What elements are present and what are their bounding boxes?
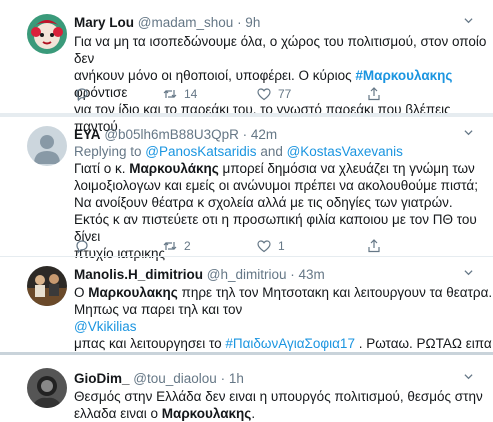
tweet-text-line: λοιμοξιολογων και εμείς οι ανώνυμοι πρέπ… <box>74 178 478 193</box>
tweet-time[interactable]: · 43m <box>290 267 325 282</box>
author-name[interactable]: ΕΥΑ <box>74 127 101 142</box>
avatar-default-profile[interactable] <box>27 126 67 166</box>
tweet-4-header: GioDim_ @tou_diaolou · 1h <box>74 370 244 388</box>
tweet-text-segment: . <box>251 406 256 421</box>
author-handle[interactable]: @tou_diaolou <box>133 371 217 386</box>
author-name[interactable]: GioDim_ <box>74 371 130 386</box>
tweet-separator <box>0 113 493 117</box>
retweet-count: 14 <box>184 87 198 101</box>
chevron-down-icon[interactable] <box>464 268 473 277</box>
reply-icon <box>76 240 88 254</box>
mention-link[interactable]: @KostasVaxevanis <box>287 144 403 159</box>
tweet-time[interactable]: · 42m <box>243 127 278 142</box>
tweet-text-line: Ο Μαρκουλακης πηρε τηλ τον Μητσοτακη και… <box>74 284 493 301</box>
like-button[interactable]: 77 <box>256 86 291 102</box>
tweet-separator <box>0 256 493 257</box>
tweet-actions: 14 77 <box>74 86 404 104</box>
like-button[interactable]: 1 <box>256 238 285 254</box>
tweet-text-segment: ανήκουν μόνο οι ηθοποιοί, υποφέρει. Ο κύ… <box>74 68 356 83</box>
chevron-down-icon[interactable] <box>464 16 473 25</box>
tweet-text-segment: ελλαδα ειναι ο <box>74 406 162 421</box>
author-name[interactable]: Mary Lou <box>74 15 134 30</box>
avatar-mary-lou[interactable] <box>27 14 67 54</box>
retweet-icon <box>163 90 177 98</box>
tweet-1[interactable]: Mary Lou @madam_shou · 9h Για να μη τα ι… <box>0 0 493 134</box>
tweet-text-segment: Ο <box>74 285 89 300</box>
tweet-4[interactable]: GioDim_ @tou_diaolou · 1h Θεσμός στην Ελ… <box>0 362 493 422</box>
tweet-2-header: ΕΥΑ @b05lh6mB88U3QpR · 42m <box>74 126 277 144</box>
tweet-actions: 2 1 <box>74 238 404 256</box>
tweet-text-line: Για να μη τα ισοπεδώνουμε όλα, ο χώρος τ… <box>74 34 487 66</box>
tweet-separator <box>0 352 493 355</box>
retweet-icon <box>163 242 177 250</box>
heart-icon <box>257 88 271 101</box>
search-highlight: Μαρκουλακης <box>88 285 178 300</box>
tweet-time[interactable]: · 9h <box>237 15 260 30</box>
tweet-text-line: Γιατί ο κ. Μαρκουλάκης μπορεί δημόσια να… <box>74 160 493 177</box>
tweet-text-segment: μπορεί δημόσια να χλευάζει τη γνώμη των <box>218 161 475 176</box>
avatar-giodim[interactable] <box>27 368 67 408</box>
avatar-manolis[interactable] <box>27 266 67 306</box>
reply-icon <box>76 88 88 102</box>
tweet-3[interactable]: Manolis.H_dimitriou @h_dimitriou · 43m Ο… <box>0 262 493 352</box>
mention-link[interactable]: @Vkikilias <box>74 319 136 334</box>
retweet-button[interactable]: 14 <box>162 86 197 102</box>
replying-to-label: Replying to <box>74 144 146 159</box>
author-handle[interactable]: @b05lh6mB88U3QpR <box>104 127 239 142</box>
like-count: 1 <box>278 239 285 253</box>
chevron-down-icon[interactable] <box>464 372 473 381</box>
tweet-1-header: Mary Lou @madam_shou · 9h <box>74 14 260 32</box>
author-handle[interactable]: @h_dimitriou <box>207 267 287 282</box>
tweet-time[interactable]: · 1h <box>221 371 244 386</box>
retweet-count: 2 <box>184 239 191 253</box>
like-count: 77 <box>278 87 292 101</box>
tweet-text-segment: . Ρωταω. ΡΩΤΑΩ ειπα <box>354 336 492 351</box>
tweet-text-segment: μπας και λειτουργησει το <box>74 336 226 351</box>
reply-button[interactable] <box>74 238 90 254</box>
reply-button[interactable] <box>74 86 90 102</box>
tweet-text-line: ελλαδα ειναι ο Μαρκουλακης. <box>74 405 493 422</box>
tweet-text: Ο Μαρκουλακης πηρε τηλ τον Μητσοτακη και… <box>74 284 493 352</box>
tweet-text-line: @Vkikilias <box>74 318 493 335</box>
share-icon <box>368 239 380 253</box>
tweet-3-header: Manolis.H_dimitriou @h_dimitriou · 43m <box>74 266 325 284</box>
tweet-text-line: Θεσμός στην Ελλάδα δεν ειναι η υπουργός … <box>74 389 483 404</box>
author-name[interactable]: Manolis.H_dimitriou <box>74 267 203 282</box>
search-highlight: Μαρκουλακης <box>161 406 252 421</box>
author-handle[interactable]: @madam_shou <box>138 15 234 30</box>
tweet-text-segment: Γιατί ο κ. <box>74 161 130 176</box>
tweet-text-segment: πηρε τηλ τον Μητσοτακη και λειτουργουν τ… <box>177 285 493 300</box>
tweet-2[interactable]: ΕΥΑ @b05lh6mB88U3QpR · 42m Replying to @… <box>0 120 493 261</box>
mention-link[interactable]: @PanosKatsaridis <box>145 144 256 159</box>
replying-to-and: and <box>256 144 287 159</box>
share-button[interactable] <box>366 86 382 102</box>
share-icon <box>368 87 380 101</box>
replying-to: Replying to @PanosKatsaridis and @Kostas… <box>74 143 403 160</box>
hashtag-link[interactable]: #ΠαιδωνΑγιαΣοφια17 <box>225 336 355 351</box>
tweet-text-line: Να ανοίξουν θέατρα κ σχολεία αλλά με τις… <box>74 195 453 210</box>
heart-icon <box>257 240 271 253</box>
tweet-text-line: Μηπως να παρει τηλ και τον <box>74 302 243 317</box>
chevron-down-icon[interactable] <box>464 128 473 137</box>
search-highlight: Μαρκουλάκης <box>129 161 219 176</box>
share-button[interactable] <box>366 238 382 254</box>
tweet-text: Θεσμός στην Ελλάδα δεν ειναι η υπουργός … <box>74 388 493 422</box>
hashtag-link[interactable]: #Μαρκουλακης <box>355 68 452 83</box>
retweet-button[interactable]: 2 <box>162 238 191 254</box>
tweet-text-line: μπας και λειτουργησει το #ΠαιδωνΑγιαΣοφι… <box>74 335 493 352</box>
